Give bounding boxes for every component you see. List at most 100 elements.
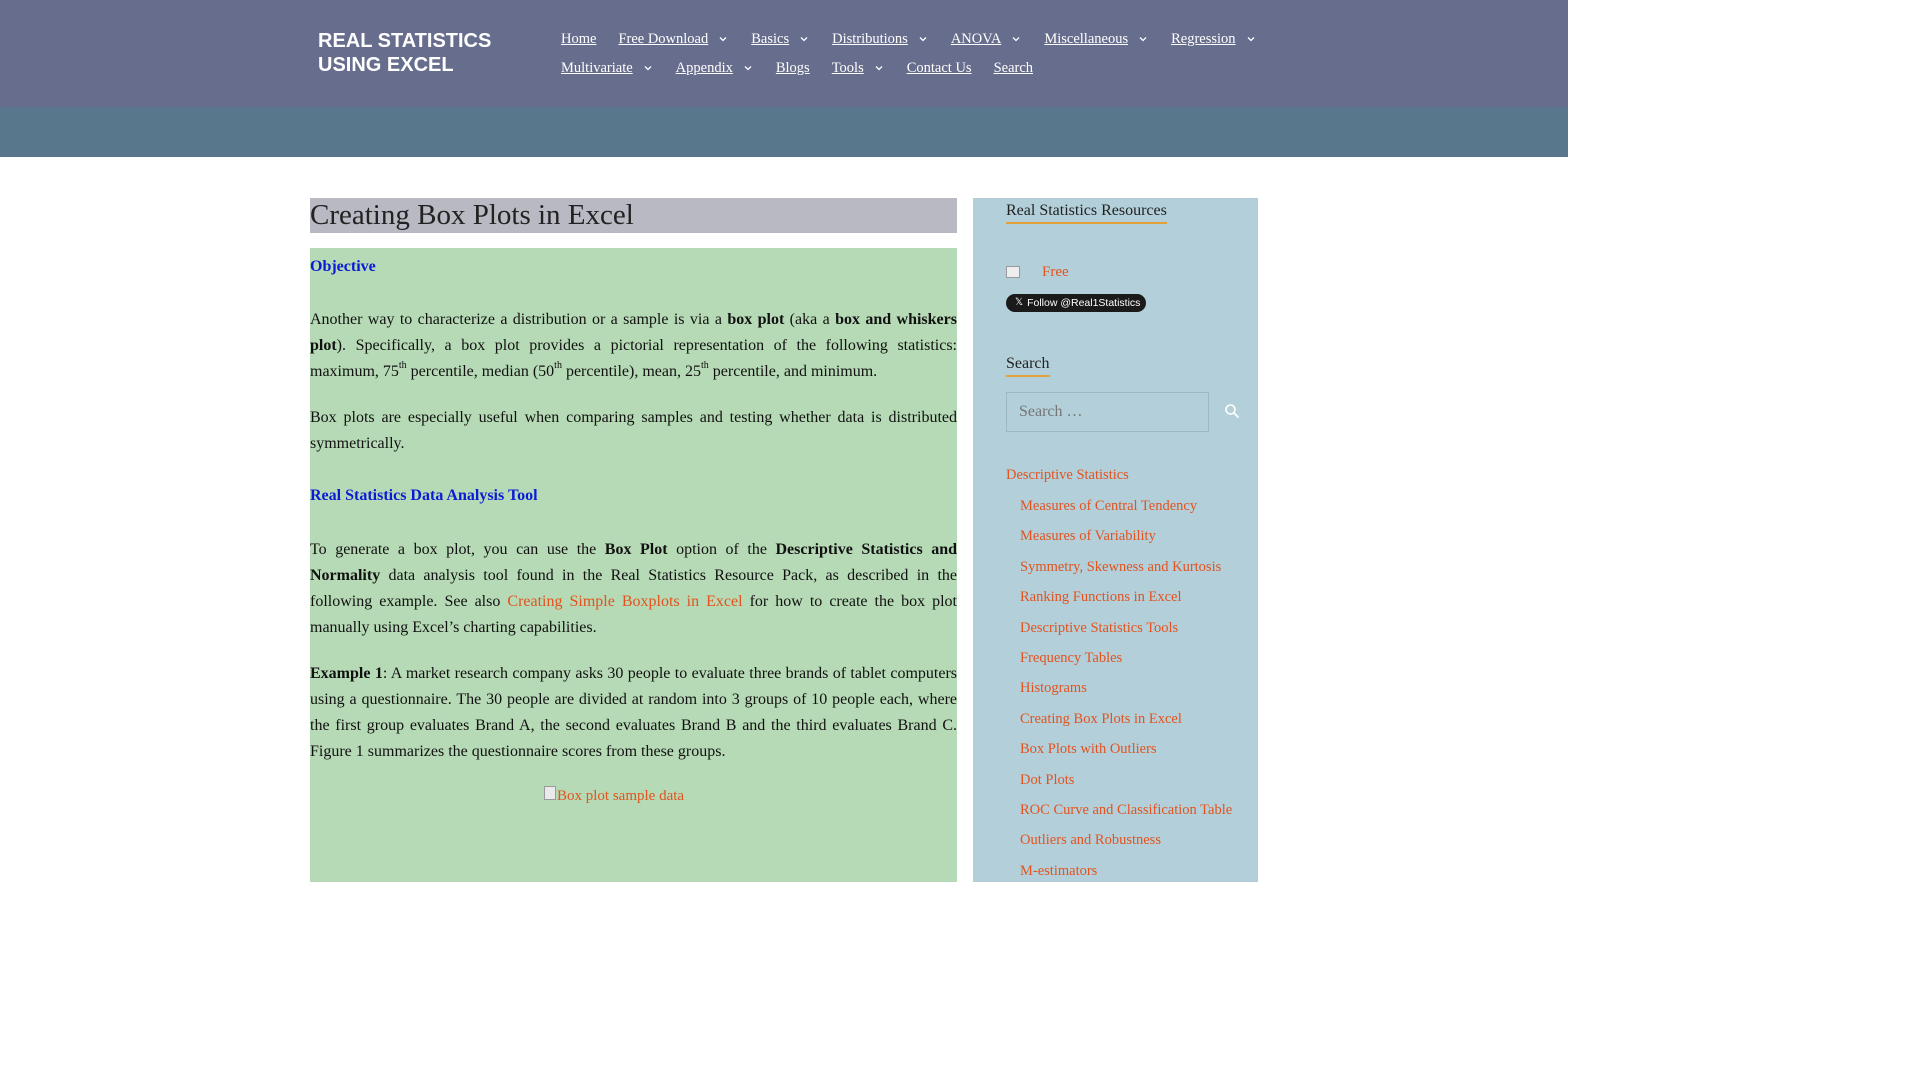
nav-item-search[interactable]: Search bbox=[994, 58, 1033, 78]
sidebar-item-link[interactable]: Frequency Tables bbox=[1020, 650, 1122, 666]
chevron-down-icon[interactable] bbox=[798, 33, 810, 45]
sidebar-item: Frequency Tables bbox=[1020, 649, 1122, 667]
sidebar-item: Dot Plots bbox=[1020, 771, 1074, 789]
nav-item-label[interactable]: Multivariate bbox=[561, 58, 633, 78]
sidebar-item-link[interactable]: Dot Plots bbox=[1020, 772, 1074, 788]
intro-paragraph: Another way to characterize a distributi… bbox=[310, 307, 957, 385]
nav-item-regression[interactable]: Regression bbox=[1171, 29, 1256, 49]
search-submit-button[interactable] bbox=[1224, 403, 1240, 419]
sidebar-item-link[interactable]: Histograms bbox=[1020, 680, 1087, 696]
sidebar-item-link[interactable]: M-estimators bbox=[1020, 863, 1097, 879]
p1-text-1: Another way to characterize a distributi… bbox=[310, 311, 728, 328]
sidebar-item: ROC Curve and Classification Table bbox=[1020, 801, 1232, 819]
nav-item-multivariate[interactable]: Multivariate bbox=[561, 58, 654, 78]
site-header: REAL STATISTICS USING EXCEL Home Free Dow… bbox=[0, 0, 1568, 107]
search-field[interactable] bbox=[1006, 392, 1209, 432]
nav-item-label[interactable]: Miscellaneous bbox=[1044, 29, 1128, 49]
p3-text-1: To generate a box plot, you can use the bbox=[310, 541, 605, 558]
primary-nav-row-2: Multivariate Appendix Blogs Tools Contact Us… bbox=[561, 58, 1055, 78]
sidebar-item-link[interactable]: Outliers and Robustness bbox=[1020, 832, 1161, 848]
objective-heading: Objective bbox=[310, 258, 376, 275]
boxplot-usefulness-paragraph: Box plots are especially useful when com… bbox=[310, 409, 957, 452]
nav-item-free-download[interactable]: Free Download bbox=[618, 29, 729, 49]
nav-item-label[interactable]: Blogs bbox=[776, 58, 810, 78]
nav-item-distributions[interactable]: Distributions bbox=[832, 29, 929, 49]
sidebar-item-link[interactable]: ROC Curve and Classification Table bbox=[1020, 802, 1232, 818]
free-download-row: Free bbox=[1006, 262, 1069, 282]
sidebar-item-link[interactable]: Ranking Functions in Excel bbox=[1020, 589, 1182, 605]
sidebar-item: Measures of Central Tendency bbox=[1020, 497, 1197, 515]
sidebar-item: Measures of Variability bbox=[1020, 527, 1156, 545]
nav-item-label[interactable]: Free Download bbox=[618, 29, 708, 49]
nav-item-anova[interactable]: ANOVA bbox=[951, 29, 1023, 49]
sidebar-item-link[interactable]: Box Plots with Outliers bbox=[1020, 741, 1157, 757]
nav-item-label[interactable]: Appendix bbox=[676, 58, 733, 78]
sidebar-item-link[interactable]: Symmetry, Skewness and Kurtosis bbox=[1020, 559, 1221, 575]
sidebar-category-descriptive-statistics-link[interactable]: Descriptive Statistics bbox=[1006, 467, 1129, 483]
nav-item-tools[interactable]: Tools bbox=[832, 58, 885, 78]
nav-item-label[interactable]: Home bbox=[561, 29, 596, 49]
broken-image-icon bbox=[544, 786, 556, 800]
sidebar-item: Descriptive Statistics Tools bbox=[1020, 619, 1178, 637]
tool-heading: Real Statistics Data Analysis Tool bbox=[310, 487, 538, 504]
sidebar-item: Symmetry, Skewness and Kurtosis bbox=[1020, 558, 1221, 576]
twitter-bird-icon: 𝕏 bbox=[1015, 297, 1024, 308]
nav-item-label[interactable]: Contact Us bbox=[907, 58, 972, 78]
chevron-down-icon[interactable] bbox=[717, 33, 729, 45]
free-download-link[interactable]: Free bbox=[1042, 262, 1069, 282]
sidebar-item: Creating Box Plots in Excel bbox=[1020, 710, 1182, 728]
chevron-down-icon[interactable] bbox=[873, 62, 885, 74]
search-input[interactable] bbox=[1007, 393, 1208, 431]
sidebar-item-link[interactable]: Creating Box Plots in Excel bbox=[1020, 711, 1182, 727]
simple-boxplots-link[interactable]: Creating Simple Boxplots in Excel bbox=[507, 593, 742, 610]
p3-bold-box-plot: Box Plot bbox=[604, 541, 668, 558]
nav-item-contact-us[interactable]: Contact Us bbox=[907, 58, 972, 78]
chevron-down-icon[interactable] bbox=[1137, 33, 1149, 45]
nav-item-appendix[interactable]: Appendix bbox=[676, 58, 754, 78]
sidebar: Real Statistics Resources Free 𝕏 Follow … bbox=[973, 198, 1258, 882]
search-icon bbox=[1225, 404, 1239, 418]
chevron-down-icon[interactable] bbox=[742, 62, 754, 74]
nav-item-blogs[interactable]: Blogs bbox=[776, 58, 810, 78]
brand-line-1[interactable]: REAL STATISTICS bbox=[318, 29, 528, 53]
site-brand[interactable]: REAL STATISTICS USING EXCEL bbox=[318, 29, 528, 77]
p1-sup-3: th bbox=[701, 360, 709, 371]
example-label: Example 1 bbox=[310, 665, 383, 682]
p1-text-6: percentile, and minimum. bbox=[708, 363, 878, 380]
search-widget-title: Search bbox=[1006, 353, 1050, 377]
sidebar-item-link[interactable]: Measures of Variability bbox=[1020, 528, 1156, 544]
page-title: Creating Box Plots in Excel bbox=[310, 199, 634, 231]
nav-item-label[interactable]: Basics bbox=[751, 29, 789, 49]
p1-text-4: percentile, median (50 bbox=[406, 363, 555, 380]
nav-item-label[interactable]: Regression bbox=[1171, 29, 1235, 49]
chevron-down-icon[interactable] bbox=[642, 62, 654, 74]
p1-bold-box-plot: box plot bbox=[727, 311, 785, 328]
sidebar-item: Box Plots with Outliers bbox=[1020, 740, 1157, 758]
example-paragraph: Example 1: A market research company ask… bbox=[310, 661, 957, 765]
sidebar-item: Outliers and Robustness bbox=[1020, 831, 1161, 849]
sidebar-item: Ranking Functions in Excel bbox=[1020, 588, 1182, 606]
nav-item-label[interactable]: Search bbox=[994, 58, 1033, 78]
chevron-down-icon[interactable] bbox=[1010, 33, 1022, 45]
sidebar-item: M-estimators bbox=[1020, 862, 1097, 880]
twitter-follow-button[interactable]: 𝕏 Follow @Real1Statistics bbox=[1006, 294, 1146, 312]
nav-item-basics[interactable]: Basics bbox=[751, 29, 810, 49]
sidebar-item-link[interactable]: Descriptive Statistics Tools bbox=[1020, 620, 1178, 636]
sidebar-category-descriptive-statistics: Descriptive Statistics bbox=[1006, 466, 1129, 484]
chevron-down-icon[interactable] bbox=[917, 33, 929, 45]
sidebar-item-link[interactable]: Measures of Central Tendency bbox=[1020, 498, 1197, 514]
main-content: Creating Box Plots in Excel Objective An… bbox=[310, 198, 957, 882]
chevron-down-icon[interactable] bbox=[1245, 33, 1257, 45]
nav-item-miscellaneous[interactable]: Miscellaneous bbox=[1044, 29, 1149, 49]
nav-item-label[interactable]: Tools bbox=[832, 58, 864, 78]
article-body: Objective Another way to characterize a … bbox=[310, 248, 957, 882]
nav-item-home[interactable]: Home bbox=[561, 29, 596, 49]
title-bar: Creating Box Plots in Excel bbox=[310, 198, 957, 233]
sample-data-image: Box plot sample data bbox=[544, 786, 684, 806]
nav-item-label[interactable]: ANOVA bbox=[951, 29, 1002, 49]
twitter-follow-label: Follow @Real1Statistics bbox=[1027, 297, 1141, 309]
p3-text-2: option of the bbox=[667, 541, 776, 558]
brand-line-2[interactable]: USING EXCEL bbox=[318, 53, 528, 77]
nav-item-label[interactable]: Distributions bbox=[832, 29, 908, 49]
p1-text-5: percentile), mean, 25 bbox=[561, 363, 701, 380]
